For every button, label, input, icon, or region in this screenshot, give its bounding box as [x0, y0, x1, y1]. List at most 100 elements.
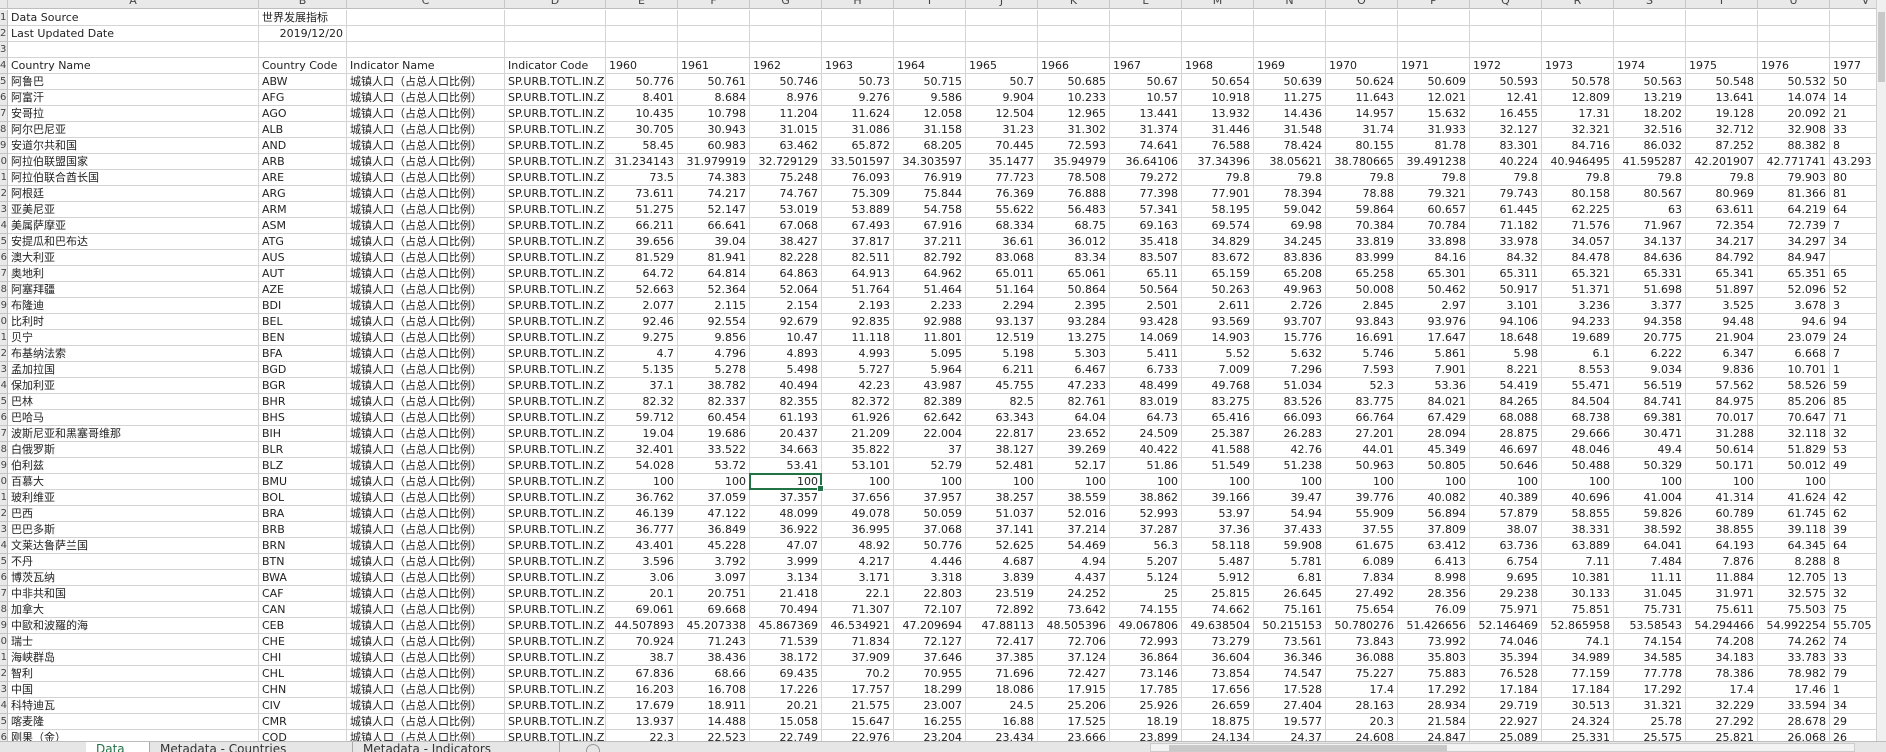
value-cell[interactable]: 15.058 — [750, 714, 822, 730]
value-cell[interactable]: 2.154 — [750, 298, 822, 314]
empty-cell[interactable] — [606, 26, 678, 42]
value-cell[interactable]: 5.124 — [1110, 570, 1182, 586]
empty-cell[interactable] — [1182, 42, 1254, 58]
value-cell[interactable]: 5.964 — [894, 362, 966, 378]
indicator-code-cell[interactable]: SP.URB.TOTL.IN.ZS — [505, 106, 606, 122]
value-cell[interactable]: 3.101 — [1470, 298, 1542, 314]
value-cell[interactable]: 62.642 — [894, 410, 966, 426]
value-cell[interactable]: 50 — [1830, 74, 1876, 90]
row-header[interactable]: 41 — [0, 650, 8, 666]
value-cell[interactable]: 39.776 — [1326, 490, 1398, 506]
value-cell[interactable]: 76.919 — [894, 170, 966, 186]
empty-cell[interactable] — [1110, 26, 1182, 42]
value-cell[interactable]: 44.507893 — [606, 618, 678, 634]
value-cell[interactable]: 69.381 — [1614, 410, 1686, 426]
value-cell[interactable]: 71.696 — [966, 666, 1038, 682]
value-cell[interactable]: 3.525 — [1686, 298, 1758, 314]
value-cell[interactable]: 9.586 — [894, 90, 966, 106]
country-code-cell[interactable]: BWA — [259, 570, 347, 586]
value-cell[interactable]: 4.796 — [678, 346, 750, 362]
country-code-cell[interactable]: CHI — [259, 650, 347, 666]
indicator-name-cell[interactable]: 城镇人口（占总人口比例） — [347, 410, 505, 426]
empty-cell[interactable] — [347, 26, 505, 42]
value-cell[interactable]: 52.865958 — [1542, 618, 1614, 634]
value-cell[interactable]: 66.764 — [1326, 410, 1398, 426]
column-header-c[interactable]: C — [347, 0, 505, 9]
value-cell[interactable]: 71.539 — [750, 634, 822, 650]
value-cell[interactable]: 75.227 — [1326, 666, 1398, 682]
value-cell[interactable]: 52.17 — [1038, 458, 1110, 474]
value-cell[interactable]: 82.372 — [822, 394, 894, 410]
country-name-cell[interactable]: 阿根廷 — [8, 186, 259, 202]
country-name-cell[interactable]: 加拿大 — [8, 602, 259, 618]
empty-cell[interactable] — [347, 10, 505, 26]
value-cell[interactable]: 61.193 — [750, 410, 822, 426]
header-year-1964[interactable]: 1964 — [894, 58, 966, 74]
empty-cell[interactable] — [1038, 26, 1110, 42]
country-code-cell[interactable]: AND — [259, 138, 347, 154]
value-cell[interactable]: 11.884 — [1686, 570, 1758, 586]
value-cell[interactable]: 94.6 — [1758, 314, 1830, 330]
value-cell[interactable]: 37.1 — [606, 378, 678, 394]
country-code-cell[interactable]: CHN — [259, 682, 347, 698]
column-header-g[interactable]: G — [750, 0, 822, 9]
value-cell[interactable]: 17.525 — [1038, 714, 1110, 730]
value-cell[interactable]: 75 — [1830, 602, 1876, 618]
value-cell[interactable]: 5.095 — [894, 346, 966, 362]
header-indicator-code[interactable]: Indicator Code — [505, 58, 606, 74]
indicator-name-cell[interactable]: 城镇人口（占总人口比例） — [347, 458, 505, 474]
value-cell[interactable]: 100 — [1686, 474, 1758, 490]
value-cell[interactable]: 64.041 — [1614, 538, 1686, 554]
column-header-l[interactable]: L — [1110, 0, 1182, 9]
empty-cell[interactable] — [966, 42, 1038, 58]
value-cell[interactable]: 34.829 — [1182, 234, 1254, 250]
value-cell[interactable]: 50.917 — [1470, 282, 1542, 298]
value-cell[interactable]: 39.491238 — [1398, 154, 1470, 170]
country-name-cell[interactable]: 玻利维亚 — [8, 490, 259, 506]
indicator-code-cell[interactable]: SP.URB.TOTL.IN.ZS — [505, 650, 606, 666]
row-header[interactable]: 39 — [0, 618, 8, 634]
value-cell[interactable]: 52.3 — [1326, 378, 1398, 394]
country-code-cell[interactable]: BTN — [259, 554, 347, 570]
row-header[interactable]: 9 — [0, 138, 8, 154]
country-code-cell[interactable]: BEN — [259, 330, 347, 346]
value-cell[interactable]: 4.217 — [822, 554, 894, 570]
value-cell[interactable]: 49.067806 — [1110, 618, 1182, 634]
value-cell[interactable]: 65.311 — [1470, 266, 1542, 282]
indicator-name-cell[interactable]: 城镇人口（占总人口比例） — [347, 714, 505, 730]
value-cell[interactable]: 75.309 — [822, 186, 894, 202]
value-cell[interactable]: 40.422 — [1110, 442, 1182, 458]
value-cell[interactable]: 22.749 — [750, 730, 822, 741]
value-cell[interactable]: 75.851 — [1542, 602, 1614, 618]
country-name-cell[interactable]: 阿尔巴尼亚 — [8, 122, 259, 138]
value-cell[interactable]: 73.611 — [606, 186, 678, 202]
value-cell[interactable]: 17.4 — [1686, 682, 1758, 698]
value-cell[interactable]: 80.969 — [1686, 186, 1758, 202]
value-cell[interactable]: 24.847 — [1398, 730, 1470, 741]
value-cell[interactable]: 28.356 — [1398, 586, 1470, 602]
value-cell[interactable]: 33 — [1830, 650, 1876, 666]
value-cell[interactable]: 46.697 — [1470, 442, 1542, 458]
value-cell[interactable]: 3.792 — [678, 554, 750, 570]
value-cell[interactable]: 25.815 — [1182, 586, 1254, 602]
value-cell[interactable]: 37.357 — [750, 490, 822, 506]
value-cell[interactable]: 73.5 — [606, 170, 678, 186]
value-cell[interactable]: 31.045 — [1614, 586, 1686, 602]
value-cell[interactable]: 39.04 — [678, 234, 750, 250]
value-cell[interactable]: 50.715 — [894, 74, 966, 90]
value-cell[interactable]: 13.641 — [1686, 90, 1758, 106]
value-cell[interactable]: 25.575 — [1614, 730, 1686, 741]
value-cell[interactable]: 50.564 — [1110, 282, 1182, 298]
value-cell[interactable]: 65.416 — [1182, 410, 1254, 426]
value-cell[interactable]: 33.978 — [1470, 234, 1542, 250]
value-cell[interactable]: 9.276 — [822, 90, 894, 106]
indicator-code-cell[interactable]: SP.URB.TOTL.IN.ZS — [505, 586, 606, 602]
indicator-code-cell[interactable]: SP.URB.TOTL.IN.ZS — [505, 474, 606, 490]
value-cell[interactable]: 22.523 — [678, 730, 750, 741]
value-cell[interactable]: 76.888 — [1038, 186, 1110, 202]
country-name-cell[interactable]: 百慕大 — [8, 474, 259, 490]
header-year-1976[interactable]: 1976 — [1758, 58, 1830, 74]
value-cell[interactable]: 71.834 — [822, 634, 894, 650]
empty-cell[interactable] — [606, 42, 678, 58]
value-cell[interactable]: 36.346 — [1254, 650, 1326, 666]
